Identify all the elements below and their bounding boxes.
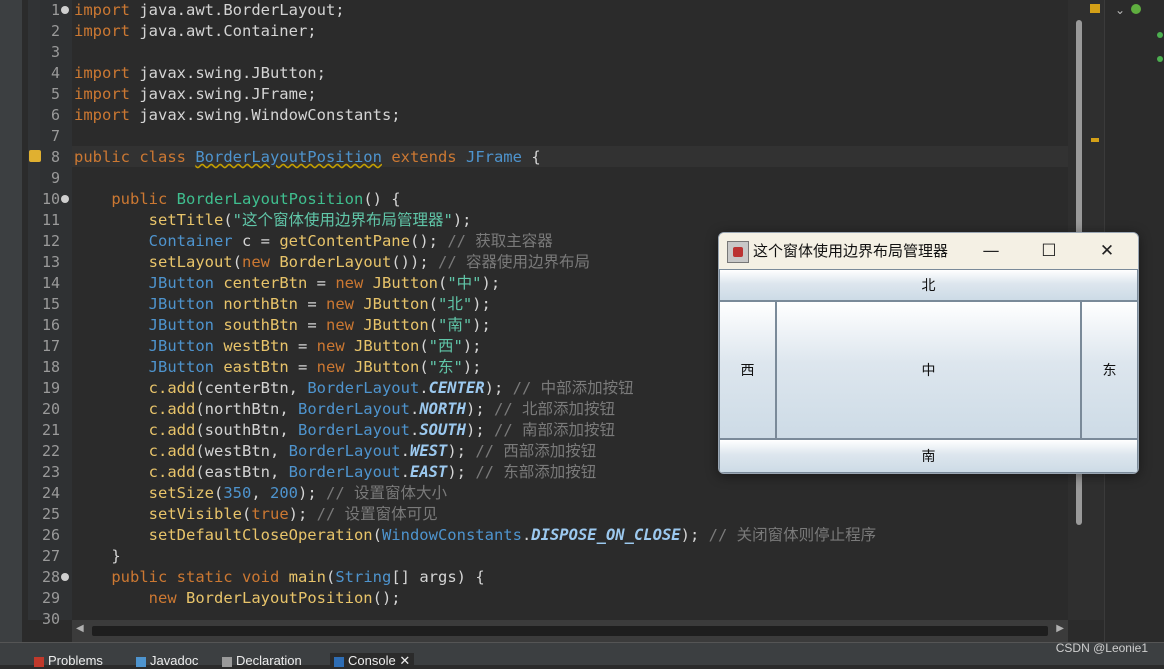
code-line[interactable]: Container c = getContentPane(); // 获取主容器 (74, 231, 553, 252)
code-line[interactable]: c.add(westBtn, BorderLayout.WEST); // 西部… (74, 441, 597, 462)
code-line[interactable]: setLayout(new BorderLayout()); // 容器使用边界… (74, 252, 590, 273)
east-button[interactable]: 东 (1081, 301, 1138, 439)
line-number: 4 (50, 64, 60, 82)
line-number: 20 (41, 400, 60, 418)
horizontal-scrollbar[interactable]: ◀ ▶ (72, 620, 1068, 642)
code-line[interactable]: setVisible(true); // 设置窗体可见 (74, 504, 438, 525)
line-number: 22 (41, 442, 60, 460)
code-line[interactable]: JButton southBtn = new JButton("南"); (74, 315, 491, 336)
java-app-icon (727, 241, 749, 263)
code-line[interactable]: import javax.swing.JFrame; (74, 84, 317, 105)
line-number: 15 (41, 295, 60, 313)
line-number: 1 (50, 1, 60, 19)
line-number: 26 (41, 526, 60, 544)
line-number: 10 (41, 190, 60, 208)
west-button[interactable]: 西 (719, 301, 776, 439)
line-number: 17 (41, 337, 60, 355)
horizontal-scroll-thumb[interactable] (92, 626, 1048, 636)
window-title: 这个窗体使用边界布局管理器 (753, 242, 949, 260)
code-line[interactable]: c.add(southBtn, BorderLayout.SOUTH); // … (74, 420, 615, 441)
class-icon[interactable] (1131, 4, 1141, 14)
line-number: 27 (41, 547, 60, 565)
code-line[interactable]: c.add(centerBtn, BorderLayout.CENTER); /… (74, 378, 634, 399)
method-icon[interactable] (1157, 56, 1163, 62)
bottom-tab-bar: Problems Javadoc Declaration Console ✕ (0, 642, 1164, 668)
line-number: 29 (41, 589, 60, 607)
line-number: 6 (50, 106, 60, 124)
line-number: 11 (41, 211, 60, 229)
line-number: 13 (41, 253, 60, 271)
line-number: 14 (41, 274, 60, 292)
fold-toggle-icon[interactable] (61, 6, 69, 14)
tab-declaration[interactable]: Declaration (222, 653, 302, 668)
fold-toggle-icon[interactable] (61, 573, 69, 581)
code-line[interactable]: JButton centerBtn = new JButton("中"); (74, 273, 501, 294)
tab-javadoc[interactable]: Javadoc (136, 653, 198, 668)
code-line[interactable]: new BorderLayoutPosition(); (74, 588, 401, 609)
left-panel-strip (0, 0, 22, 664)
code-line[interactable]: public class BorderLayoutPosition extend… (74, 147, 541, 168)
fold-toggle-icon[interactable] (61, 195, 69, 203)
line-number: 28 (41, 568, 60, 586)
code-line[interactable]: JButton westBtn = new JButton("西"); (74, 336, 482, 357)
code-line[interactable]: c.add(eastBtn, BorderLayout.EAST); // 东部… (74, 462, 597, 483)
console-icon (334, 656, 344, 667)
line-number: 3 (50, 43, 60, 61)
method-icon[interactable] (1157, 32, 1163, 38)
swing-window[interactable]: 这个窗体使用边界布局管理器 — ☐ ✕ 北 西 中 东 南 (718, 232, 1139, 474)
problems-icon (34, 656, 44, 667)
ruler-warning-mark[interactable] (1091, 138, 1099, 142)
code-line[interactable]: JButton eastBtn = new JButton("东"); (74, 357, 482, 378)
line-number: 30 (41, 610, 60, 628)
window-titlebar[interactable]: 这个窗体使用边界布局管理器 — ☐ ✕ (719, 233, 1138, 269)
code-line[interactable]: public BorderLayoutPosition() { (74, 189, 400, 210)
line-number: 16 (41, 316, 60, 334)
line-number: 18 (41, 358, 60, 376)
code-line[interactable]: setTitle("这个窗体使用边界布局管理器"); (74, 210, 472, 231)
code-line[interactable]: c.add(northBtn, BorderLayout.NORTH); // … (74, 399, 615, 420)
code-line[interactable]: import java.awt.Container; (74, 21, 317, 42)
line-number: 5 (50, 85, 60, 103)
declaration-icon (222, 656, 232, 667)
tab-problems[interactable]: Problems (34, 653, 103, 668)
code-line[interactable]: public static void main(String[] args) { (74, 567, 484, 588)
line-number: 25 (41, 505, 60, 523)
line-number: 7 (50, 127, 60, 145)
line-number-gutter: 1 2 3 4 5 6 7 8 9 10 11 12 13 14 15 16 17 18 19 20 21 22 23 24 2… (28, 0, 72, 628)
minimize-button[interactable]: — (963, 233, 1019, 269)
watermark: CSDN @Leonie1 (1055, 641, 1148, 655)
warning-summary-icon[interactable] (1090, 4, 1100, 13)
code-line[interactable]: setDefaultCloseOperation(WindowConstants… (74, 525, 876, 546)
south-button[interactable]: 南 (719, 439, 1138, 473)
code-line[interactable]: } (74, 546, 120, 567)
close-button[interactable]: ✕ (1079, 233, 1135, 269)
code-line[interactable]: import javax.swing.WindowConstants; (74, 105, 401, 126)
line-number: 23 (41, 463, 60, 481)
line-number: 8 (50, 148, 60, 166)
chevron-down-icon[interactable]: ⌄ (1115, 3, 1125, 17)
line-number: 21 (41, 421, 60, 439)
code-line[interactable]: setSize(350, 200); // 设置窗体大小 (74, 483, 447, 504)
line-number: 2 (50, 22, 60, 40)
code-line[interactable]: import javax.swing.JButton; (74, 63, 326, 84)
code-line[interactable]: import java.awt.BorderLayout; (74, 0, 345, 21)
center-button[interactable]: 中 (776, 301, 1081, 439)
line-number: 24 (41, 484, 60, 502)
javadoc-icon (136, 656, 146, 667)
tab-console[interactable]: Console ✕ (330, 653, 415, 668)
line-number: 9 (50, 169, 60, 187)
code-line[interactable]: JButton northBtn = new JButton("北"); (74, 294, 491, 315)
close-icon[interactable]: ✕ (399, 653, 410, 668)
maximize-button[interactable]: ☐ (1021, 233, 1077, 269)
north-button[interactable]: 北 (719, 269, 1138, 301)
line-number: 19 (41, 379, 60, 397)
scroll-left-icon[interactable]: ◀ (76, 623, 84, 634)
line-number: 12 (41, 232, 60, 250)
scroll-right-icon[interactable]: ▶ (1056, 623, 1064, 634)
